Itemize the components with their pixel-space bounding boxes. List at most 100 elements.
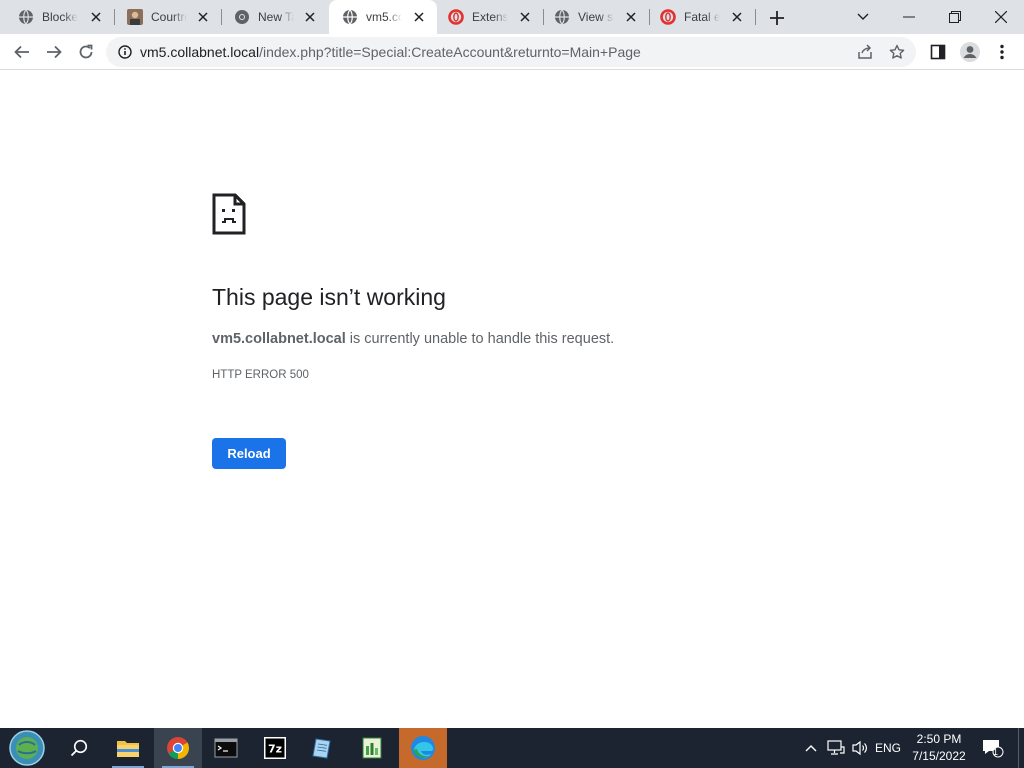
new-tab-button[interactable] [766, 7, 788, 29]
url-host: vm5.collabnet.local [140, 44, 260, 60]
sad-page-icon [212, 193, 246, 235]
volume-button[interactable] [849, 728, 871, 768]
url-path: /index.php?title=Special:CreateAccount&r… [259, 44, 641, 60]
forward-button[interactable] [40, 38, 68, 66]
taskbar: 7z ENG 2:50 PM 7/15/2022 1 [0, 728, 1024, 768]
taskbar-terminal[interactable] [202, 728, 250, 768]
tab-title: Blocked [42, 10, 78, 24]
profile-button[interactable] [956, 38, 984, 66]
error-title: This page isn’t working [212, 284, 446, 310]
globe-icon [554, 9, 570, 25]
clock-date: 7/15/2022 [912, 749, 966, 763]
close-tab-icon[interactable] [195, 9, 211, 25]
close-tab-icon[interactable] [517, 9, 533, 25]
tab-vm5-active[interactable]: vm5.colla [329, 0, 437, 34]
show-hidden-icons-button[interactable] [800, 728, 822, 768]
reload-button[interactable]: Reload [212, 438, 286, 469]
tab-extensions[interactable]: Extensio [437, 0, 544, 34]
side-panel-icon [930, 44, 946, 60]
tab-new-tab[interactable]: New Tab [221, 0, 328, 34]
star-icon [889, 44, 905, 59]
globe-icon [342, 9, 358, 25]
kebab-menu-icon [1000, 44, 1004, 60]
search-button[interactable] [55, 728, 103, 768]
tab-title: View so [578, 10, 614, 24]
share-icon [858, 44, 872, 59]
taskbar-file-explorer[interactable] [104, 728, 152, 768]
error-message-text: is currently unable to handle this reque… [345, 331, 615, 347]
side-panel-button[interactable] [924, 38, 952, 66]
notepad-icon [312, 738, 331, 759]
plus-icon [770, 11, 784, 25]
error-code: HTTP ERROR 500 [212, 369, 309, 381]
start-button[interactable] [3, 728, 51, 768]
spreadsheet-icon [362, 737, 382, 759]
error-host: vm5.collabnet.local [212, 331, 346, 347]
taskbar-notepad[interactable] [299, 728, 347, 768]
close-tab-icon[interactable] [729, 9, 745, 25]
show-desktop-button[interactable] [1018, 728, 1024, 768]
edge-icon [411, 736, 435, 760]
language-indicator[interactable]: ENG [872, 728, 904, 768]
chrome-icon [167, 737, 189, 759]
start-orb-icon [9, 730, 45, 766]
address-bar[interactable]: vm5.collabnet.local/index.php?title=Spec… [106, 37, 916, 67]
tab-title: Courtro [151, 10, 187, 24]
minimize-icon [903, 16, 915, 18]
file-explorer-icon [117, 741, 139, 757]
tab-title: vm5.colla [366, 10, 402, 24]
profile-icon [960, 42, 980, 62]
tab-title: Extensio [472, 10, 508, 24]
tab-blocked[interactable]: Blocked [0, 0, 115, 34]
browser-window: Blocked Courtro New Tab vm5.colla [0, 0, 1024, 728]
taskbar-7zip[interactable]: 7z [251, 728, 299, 768]
opera-icon [660, 9, 676, 25]
tab-view-source[interactable]: View so [543, 0, 650, 34]
network-icon [827, 740, 845, 755]
avatar-icon [127, 9, 143, 25]
tab-strip: Blocked Courtro New Tab vm5.colla [0, 0, 1024, 34]
browser-toolbar: vm5.collabnet.local/index.php?title=Spec… [0, 34, 1024, 70]
7zip-icon: 7z [264, 737, 286, 759]
opera-icon [448, 9, 464, 25]
bookmark-button[interactable] [884, 40, 910, 64]
network-button[interactable] [823, 728, 849, 768]
tab-title: New Tab [258, 10, 294, 24]
back-button[interactable] [8, 38, 36, 66]
close-tab-icon[interactable] [623, 9, 639, 25]
refresh-icon [79, 44, 93, 59]
tab-fatal-error[interactable]: Fatal ex [649, 0, 756, 34]
tab-title: Fatal ex [684, 10, 720, 24]
arrow-right-icon [47, 45, 62, 59]
close-tab-icon[interactable] [411, 9, 427, 25]
svg-text:7z: 7z [268, 743, 282, 756]
taskbar-edge[interactable] [399, 728, 447, 768]
chevron-up-icon [805, 745, 817, 752]
clock-time: 2:50 PM [916, 732, 962, 746]
search-icon [70, 739, 88, 757]
terminal-icon [214, 738, 238, 758]
taskbar-spreadsheet[interactable] [348, 728, 396, 768]
close-tab-icon[interactable] [302, 9, 318, 25]
close-tab-icon[interactable] [88, 9, 104, 25]
share-button[interactable] [852, 40, 878, 64]
globe-icon [18, 9, 34, 25]
info-icon[interactable] [118, 45, 132, 59]
taskbar-chrome[interactable] [154, 728, 202, 768]
arrow-left-icon [14, 45, 29, 59]
tab-search-button[interactable] [840, 0, 886, 34]
chevron-down-icon [857, 13, 869, 20]
speaker-icon [852, 740, 867, 756]
close-icon [995, 11, 1007, 23]
close-window-button[interactable] [978, 0, 1024, 34]
error-message: vm5.collabnet.local is currently unable … [212, 331, 614, 347]
tab-courtroom[interactable]: Courtro [114, 0, 222, 34]
reload-toolbar-button[interactable] [72, 38, 100, 66]
notification-count: 1 [993, 747, 999, 757]
chrome-icon [234, 9, 250, 25]
restore-button[interactable] [932, 0, 978, 34]
clock[interactable]: 2:50 PM 7/15/2022 [906, 731, 972, 765]
menu-button[interactable] [988, 38, 1016, 66]
minimize-button[interactable] [886, 0, 932, 34]
notification-center-button[interactable]: 1 [980, 728, 1006, 768]
